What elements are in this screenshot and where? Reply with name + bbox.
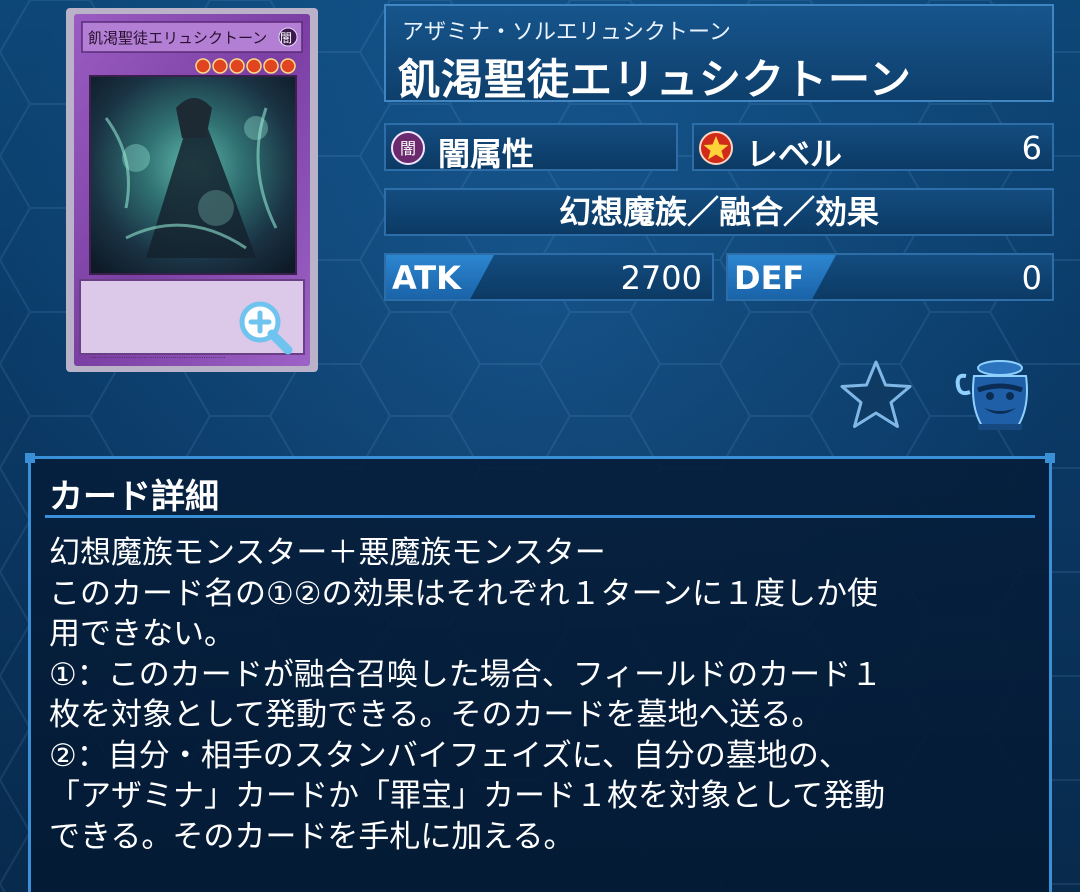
card-image[interactable]: 飢渇聖徒エリュシクトーン 闇 ·························… [66,8,318,372]
panel-corner [1045,453,1055,463]
card-thumb-title: 飢渇聖徒エリュシクトーン [88,29,267,47]
star-icon[interactable] [838,358,914,430]
level-star [246,58,262,74]
dark-attribute-icon: 闇 [391,131,425,165]
detail-line: 枚を対象として発動できる。そのカードを墓地へ送る。 [49,697,823,733]
level-star [195,58,211,74]
level-value: 6 [1021,129,1042,167]
panel-corner [25,453,35,463]
detail-line: できる。そのカードを手札に加える。 [49,818,575,855]
card-name-panel: アザミナ・ソルエリュシクトーン 飢渇聖徒エリュシクトーン [384,4,1054,104]
detail-line: ②：自分・相手のスタンバイフェイズに、自分の墓地の、 [49,737,850,774]
level-panel: レベル 6 [692,123,1054,173]
detail-line: このカード名の①②の効果はそれぞれ１ターンに１度しか使 [49,575,879,612]
def-value: 0 [1021,259,1042,297]
detail-line: 用できない。 [49,616,235,652]
card-detail-panel: カード詳細 幻想魔族モンスター＋悪魔族モンスター このカード名の①②の効果はそれ… [25,453,1055,892]
def-panel: DEF 0 [726,253,1054,301]
detail-line: 「アザミナ」カードか「罪宝」カード１枚を対象として発動 [49,778,886,814]
level-star [263,58,279,74]
atk-label: ATK [392,259,461,297]
level-star-icon [699,131,733,165]
atk-panel: ATK 2700 [384,253,714,301]
card-thumb-attribute: 闇 [280,31,292,45]
level-star [229,58,245,74]
detail-line: 幻想魔族モンスター＋悪魔族モンスター [49,535,606,571]
pot-of-greed-icon[interactable] [952,356,1036,434]
attribute-label: 闇属性 [438,135,535,173]
detail-divider [45,515,1035,518]
attribute-glyph: 闇 [400,139,416,158]
level-label: レベル [746,135,843,173]
level-star [280,58,296,74]
detail-text: 幻想魔族モンスター＋悪魔族モンスター このカード名の①②の効果はそれぞれ１ターン… [49,533,1039,857]
card-type-line: 幻想魔族／融合／効果 [384,188,1054,236]
magnifier-plus-icon[interactable] [234,296,296,358]
detail-line: ①：このカードが融合召喚した場合、フィールドのカード１ [49,656,883,693]
card-name-reading: アザミナ・ソルエリュシクトーン [402,20,731,45]
card-name: 飢渇聖徒エリュシクトーン [398,55,912,104]
def-label: DEF [734,259,805,297]
svg-text:······························: ········································… [90,354,226,362]
detail-title: カード詳細 [49,477,219,517]
attribute-panel: 闇 闇属性 [384,123,678,173]
atk-value: 2700 [620,259,702,297]
level-star [212,58,228,74]
